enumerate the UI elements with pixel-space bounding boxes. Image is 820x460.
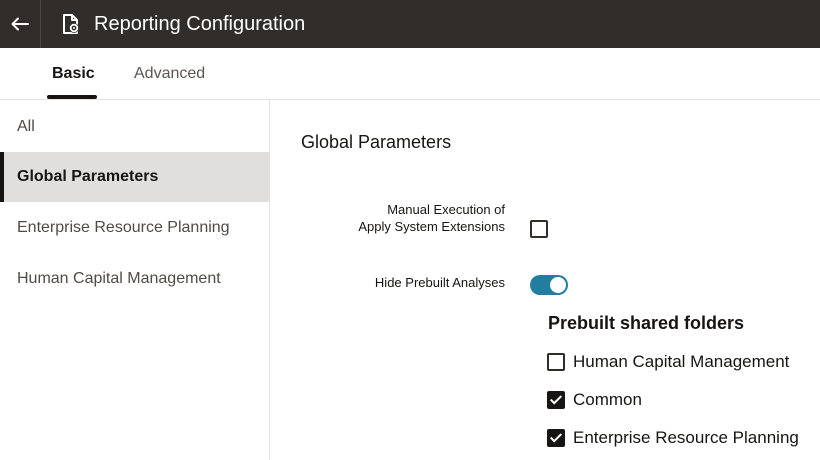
selected-tab-indicator (47, 95, 97, 99)
toggle-knob (550, 277, 566, 293)
manual-execution-checkbox[interactable] (530, 220, 548, 238)
tab-advanced[interactable]: Advanced (134, 65, 205, 83)
folder-checkbox-enterprise-resource-planning[interactable] (547, 429, 565, 447)
arrow-left-icon (11, 17, 29, 31)
sidebar-item-human-capital-management[interactable]: Human Capital Management (0, 254, 269, 304)
document-settings-icon (63, 14, 79, 34)
back-button[interactable] (0, 0, 41, 48)
hide-prebuilt-toggle[interactable] (530, 275, 568, 295)
folder-label-common: Common (573, 390, 642, 409)
prebuilt-folders-heading: Prebuilt shared folders (548, 313, 745, 333)
sidebar: All Global Parameters Enterprise Resourc… (0, 100, 270, 460)
folder-label-enterprise-resource-planning: Enterprise Resource Planning (573, 428, 799, 447)
header-bar: Reporting Configuration (0, 0, 820, 48)
sidebar-item-global-parameters[interactable]: Global Parameters (0, 152, 269, 202)
tab-basic[interactable]: Basic (52, 65, 95, 83)
page-title: Reporting Configuration (94, 13, 306, 35)
hide-prebuilt-label: Hide Prebuilt Analyses (374, 275, 505, 290)
manual-execution-label: Manual Execution of Apply System Extensi… (358, 201, 505, 235)
folder-label-human-capital-management: Human Capital Management (573, 352, 790, 371)
folder-checkbox-common[interactable] (547, 391, 565, 409)
manual-execution-label-line2: Apply System Extensions (358, 219, 505, 234)
section-title: Global Parameters (301, 132, 452, 152)
manual-execution-label-line1: Manual Execution of (387, 202, 505, 217)
sidebar-item-enterprise-resource-planning[interactable]: Enterprise Resource Planning (0, 203, 269, 253)
tab-bar: Basic Advanced (0, 48, 820, 100)
sidebar-item-all[interactable]: All (0, 102, 269, 152)
folder-checkbox-human-capital-management[interactable] (547, 353, 565, 371)
